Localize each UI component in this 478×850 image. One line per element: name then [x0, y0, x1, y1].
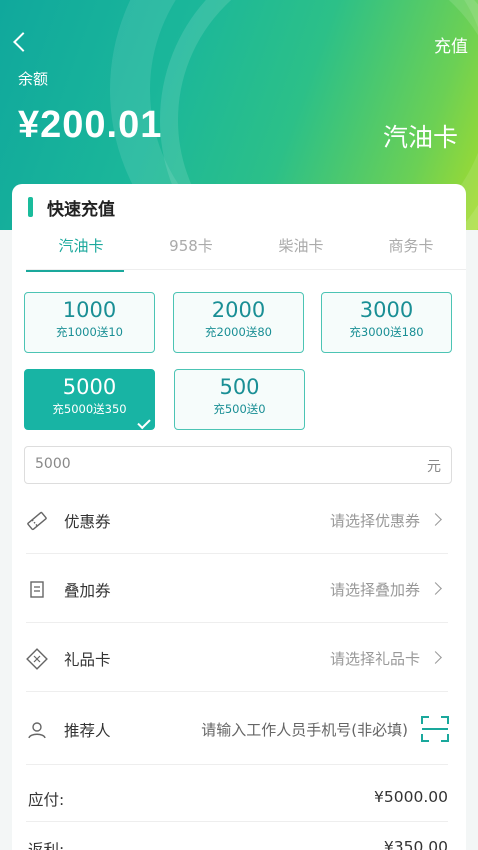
- amount-input[interactable]: 5000 元: [24, 446, 452, 484]
- stack-coupon-label: 叠加券: [64, 582, 111, 600]
- stack-coupon-icon: [30, 581, 44, 598]
- summary-rebate: 返利: ¥350.00: [26, 822, 448, 850]
- payable-value: ¥5000.00: [374, 788, 448, 806]
- recharge-panel: 快速充值 汽油卡 958卡 柴油卡 商务卡 1000 充1000送10 2000…: [12, 184, 466, 850]
- stack-coupon-row[interactable]: 叠加券 请选择叠加券: [26, 555, 448, 623]
- option-bonus: 充500送0: [213, 402, 266, 416]
- coupon-label: 优惠券: [64, 513, 111, 531]
- option-amount: 500: [219, 375, 260, 399]
- chevron-right-icon: [429, 651, 442, 664]
- section-title: 快速充值: [28, 196, 115, 220]
- tab-gasoline-card[interactable]: 汽油卡: [26, 232, 136, 272]
- option-amount: 5000: [62, 375, 117, 399]
- option-amount: 2000: [211, 298, 266, 322]
- back-icon[interactable]: [8, 28, 36, 56]
- balance-label: 余额: [18, 70, 49, 88]
- check-icon: [137, 415, 151, 430]
- card-tabs: 汽油卡 958卡 柴油卡 商务卡: [26, 232, 466, 272]
- option-bonus: 充3000送180: [349, 325, 424, 339]
- stack-coupon-hint: 请选择叠加券: [329, 581, 420, 599]
- gift-card-row[interactable]: 礼品卡 请选择礼品卡: [26, 624, 448, 692]
- recharge-option-1000[interactable]: 1000 充1000送10: [24, 292, 155, 353]
- coupon-icon: [27, 511, 47, 531]
- tab-diesel-card[interactable]: 柴油卡: [246, 232, 356, 269]
- gift-card-hint: 请选择礼品卡: [329, 650, 420, 668]
- tab-958-card[interactable]: 958卡: [136, 232, 246, 269]
- recharge-option-5000[interactable]: 5000 充5000送350: [24, 369, 155, 430]
- recharge-option-500[interactable]: 500 充500送0: [174, 369, 305, 430]
- referrer-row: 推荐人 请输入工作人员手机号(非必填): [26, 693, 450, 765]
- referrer-input[interactable]: 请输入工作人员手机号(非必填): [201, 719, 408, 740]
- user-icon: [28, 722, 46, 739]
- scan-icon[interactable]: [420, 715, 450, 743]
- gift-card-icon: [26, 648, 48, 670]
- recharge-link[interactable]: 充值: [434, 32, 468, 57]
- amount-input-value: 5000: [35, 456, 71, 472]
- card-type-label: 汽油卡: [382, 123, 458, 152]
- title-accent-bar: [28, 197, 33, 217]
- referrer-label: 推荐人: [64, 722, 111, 740]
- tab-business-card[interactable]: 商务卡: [356, 232, 466, 269]
- coupon-row[interactable]: 优惠券 请选择优惠券: [26, 486, 448, 554]
- option-bonus: 充1000送10: [56, 325, 123, 339]
- recharge-option-3000[interactable]: 3000 充3000送180: [321, 292, 452, 353]
- payable-label: 应付:: [28, 791, 65, 809]
- coupon-hint: 请选择优惠券: [329, 512, 420, 530]
- recharge-option-2000[interactable]: 2000 充2000送80: [173, 292, 304, 353]
- chevron-right-icon: [429, 513, 442, 526]
- balance-value: ¥200.01: [18, 104, 163, 146]
- rebate-label: 返利:: [28, 841, 65, 850]
- option-bonus: 充2000送80: [205, 325, 272, 339]
- gift-card-label: 礼品卡: [64, 651, 111, 669]
- option-amount: 3000: [359, 298, 414, 322]
- option-amount: 1000: [62, 298, 117, 322]
- summary-payable: 应付: ¥5000.00: [26, 772, 448, 822]
- section-title-text: 快速充值: [47, 199, 115, 220]
- option-bonus: 充5000送350: [52, 402, 127, 416]
- rebate-value: ¥350.00: [383, 838, 448, 850]
- chevron-right-icon: [429, 582, 442, 595]
- amount-unit: 元: [427, 459, 441, 475]
